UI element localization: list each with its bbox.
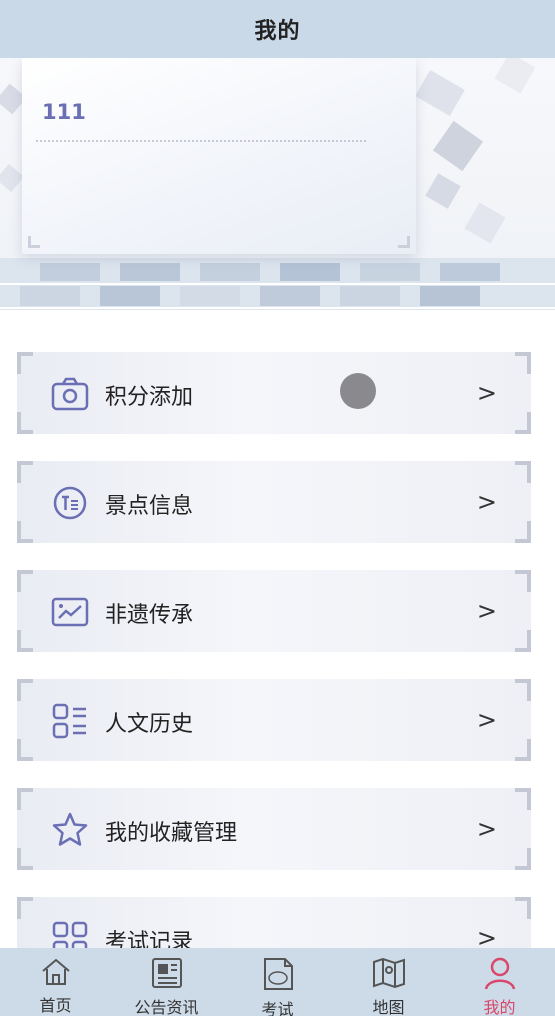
exam-icon bbox=[259, 956, 297, 992]
tab-map[interactable]: 地图 bbox=[333, 948, 444, 1016]
card-corner-bl bbox=[28, 236, 40, 248]
person-icon bbox=[481, 956, 519, 990]
chevron-right-icon: > bbox=[476, 706, 497, 734]
touch-indicator bbox=[340, 373, 376, 409]
card-corner-br bbox=[398, 236, 410, 248]
username: 111 bbox=[42, 100, 86, 124]
menu-item-heritage[interactable]: 非遗传承 > bbox=[17, 570, 531, 652]
tab-label: 地图 bbox=[372, 998, 405, 1016]
menu-item-label: 景点信息 bbox=[105, 494, 194, 519]
chevron-right-icon: > bbox=[476, 815, 497, 843]
news-icon bbox=[148, 956, 186, 990]
menu-item-label: 积分添加 bbox=[105, 385, 194, 410]
map-icon bbox=[370, 956, 408, 990]
page-title: 我的 bbox=[254, 19, 301, 44]
star-icon bbox=[51, 811, 89, 849]
user-profile-card: 111 bbox=[22, 58, 416, 254]
menu-item-history[interactable]: 人文历史 > bbox=[17, 679, 531, 761]
menu-item-scenic-info[interactable]: 景点信息 > bbox=[17, 461, 531, 543]
tab-label: 考试 bbox=[261, 1000, 294, 1016]
menu-item-label: 人文历史 bbox=[105, 712, 194, 737]
chevron-right-icon: > bbox=[476, 597, 497, 625]
camera-icon bbox=[51, 375, 89, 413]
menu-item-label: 非遗传承 bbox=[105, 603, 194, 628]
tab-news[interactable]: 公告资讯 bbox=[111, 948, 222, 1016]
tab-label: 首页 bbox=[39, 996, 72, 1015]
tab-label: 我的 bbox=[483, 998, 516, 1016]
chevron-right-icon: > bbox=[476, 488, 497, 516]
card-divider bbox=[36, 140, 366, 142]
menu-item-label: 我的收藏管理 bbox=[105, 821, 238, 846]
menu-item-points[interactable]: 积分添加 > bbox=[17, 352, 531, 434]
list-icon bbox=[51, 702, 89, 740]
image-chart-icon bbox=[51, 593, 89, 631]
text-circle-icon bbox=[51, 484, 89, 522]
home-icon bbox=[37, 956, 75, 988]
tab-mine[interactable]: 我的 bbox=[444, 948, 555, 1016]
tab-exam[interactable]: 考试 bbox=[222, 948, 333, 1016]
menu-item-favorites[interactable]: 我的收藏管理 > bbox=[17, 788, 531, 870]
tab-label: 公告资讯 bbox=[134, 998, 199, 1016]
page-header: 我的 bbox=[0, 0, 555, 58]
tab-home[interactable]: 首页 bbox=[0, 948, 111, 1016]
chevron-right-icon: > bbox=[476, 379, 497, 407]
bottom-tab-bar: 首页 公告资讯 考试 地图 我的 bbox=[0, 948, 555, 1016]
